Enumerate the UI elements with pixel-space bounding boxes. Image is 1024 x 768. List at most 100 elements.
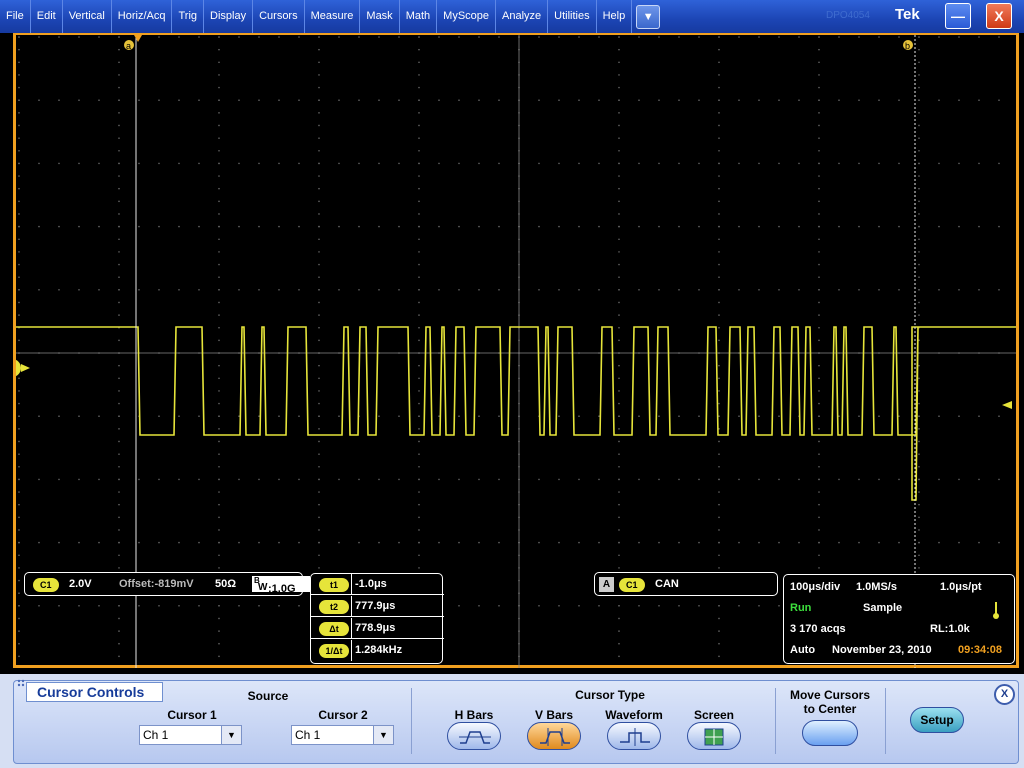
screen-button[interactable] <box>687 722 741 750</box>
channel-readout[interactable]: C1 2.0V Offset:-819mV 50Ω B W :1.0G <box>24 572 310 596</box>
grid-dot <box>98 225 100 228</box>
grid-dot <box>318 86 320 89</box>
divider <box>411 688 412 754</box>
grid-dot <box>618 630 620 632</box>
grid-dot <box>118 554 120 557</box>
grid-dot <box>618 263 620 266</box>
grid-dot <box>118 567 120 569</box>
menu-vertical[interactable]: Vertical <box>63 0 112 33</box>
grid-dot <box>918 567 920 569</box>
menu-myscope[interactable]: MyScope <box>437 0 497 33</box>
divider <box>885 688 886 754</box>
grid-dot <box>458 478 460 481</box>
grid-dot <box>738 36 740 38</box>
vbars-button[interactable] <box>527 722 581 750</box>
grid-dot <box>818 326 820 329</box>
menu-dropdown-button[interactable]: ▼ <box>636 4 661 29</box>
grid-dot <box>218 314 220 316</box>
grid-dot <box>578 225 580 228</box>
grid-dot <box>818 112 820 114</box>
waveform-display[interactable]: ab1 C1 2.0V Offset:-819mV 50Ω B W :1.0G … <box>13 33 1019 668</box>
cursor1-source-select[interactable]: Ch 1 ▼ <box>139 725 242 745</box>
menu-cursors[interactable]: Cursors <box>253 0 305 33</box>
grid-dot <box>798 289 800 291</box>
acquisition-readout[interactable]: 100μs/div 1.0MS/s 1.0μs/pt Run Sample 3 … <box>783 574 1015 664</box>
grid-dot <box>978 541 980 544</box>
menu-horiz-acq[interactable]: Horiz/Acq <box>112 0 173 33</box>
menu-math[interactable]: Math <box>400 0 438 33</box>
grid-dot <box>18 74 20 76</box>
grid-dot <box>598 289 600 291</box>
run-state: Run <box>790 602 812 614</box>
grid-dot <box>418 465 420 468</box>
grid-dot <box>318 276 320 278</box>
grid-dot <box>718 339 720 342</box>
grid-dot <box>398 478 400 481</box>
grid-dot <box>618 99 620 101</box>
grid-dot <box>358 99 360 101</box>
grid-dot <box>18 453 20 455</box>
grid-dot <box>878 225 880 228</box>
setup-button[interactable]: Setup <box>910 707 964 733</box>
grid-dot <box>918 440 920 443</box>
grid-dot <box>978 225 980 228</box>
grid-dot <box>718 567 720 569</box>
grid-dot <box>218 238 220 241</box>
grid-dot <box>818 61 820 64</box>
grip-icon[interactable] <box>16 678 26 688</box>
chevron-down-icon[interactable]: ▼ <box>373 726 393 744</box>
grid-dot <box>118 225 120 228</box>
menu-utilities[interactable]: Utilities <box>548 0 597 33</box>
grid-dot <box>618 428 620 430</box>
waveform-cursor-icon <box>620 728 650 746</box>
close-panel-button[interactable]: X <box>994 684 1015 705</box>
menu-help[interactable]: Help <box>597 0 633 33</box>
waveform-button[interactable] <box>607 722 661 750</box>
grid-dot <box>338 478 340 481</box>
grid-dot <box>718 263 720 266</box>
grid-dot <box>958 478 960 481</box>
grid-dot <box>398 225 400 228</box>
hbars-icon <box>459 731 491 744</box>
grid-dot <box>118 617 120 620</box>
grid-dot <box>818 529 820 531</box>
grid-dot <box>38 289 40 291</box>
grid-dot <box>118 175 120 177</box>
grid-dot <box>798 99 800 101</box>
grid-dot <box>318 301 320 304</box>
grid-dot <box>738 541 740 544</box>
grid-dot <box>118 162 120 165</box>
grid-dot <box>478 99 480 101</box>
move-cursors-to-center-button[interactable] <box>802 720 858 746</box>
grid-dot <box>398 36 400 38</box>
minimize-button[interactable]: — <box>945 3 971 29</box>
menu-edit[interactable]: Edit <box>31 0 63 33</box>
cursor-readouts[interactable]: t1 -1.0μs t2 777.9μs Δt 778.9μs 1/Δt 1.2… <box>310 573 444 664</box>
menu-display[interactable]: Display <box>204 0 254 33</box>
trigger-readout[interactable]: A C1 CAN <box>594 572 778 596</box>
menu-file[interactable]: File <box>0 0 31 33</box>
grid-dot <box>498 162 500 165</box>
grid-dot <box>218 99 220 101</box>
grid-dot <box>338 162 340 165</box>
close-window-button[interactable]: X <box>986 3 1012 29</box>
hbars-button[interactable] <box>447 722 501 750</box>
grid-dot <box>858 415 860 418</box>
grid-dot <box>118 276 120 278</box>
menu-mask[interactable]: Mask <box>360 0 400 33</box>
grid-dot <box>118 529 120 531</box>
grid-dot <box>378 225 380 228</box>
grid-dot <box>218 453 220 455</box>
grid-dot <box>698 478 700 481</box>
cursor2-source-select[interactable]: Ch 1 ▼ <box>291 725 394 745</box>
grid-dot <box>458 415 460 418</box>
chevron-down-icon[interactable]: ▼ <box>221 726 241 744</box>
grid-dot <box>918 251 920 253</box>
grid-dot <box>678 541 680 544</box>
grid-dot <box>158 225 160 228</box>
menu-trig[interactable]: Trig <box>172 0 205 33</box>
grid-dot <box>618 251 620 253</box>
menu-measure[interactable]: Measure <box>305 0 361 33</box>
grid-dot <box>218 187 220 190</box>
menu-analyze[interactable]: Analyze <box>496 0 549 33</box>
